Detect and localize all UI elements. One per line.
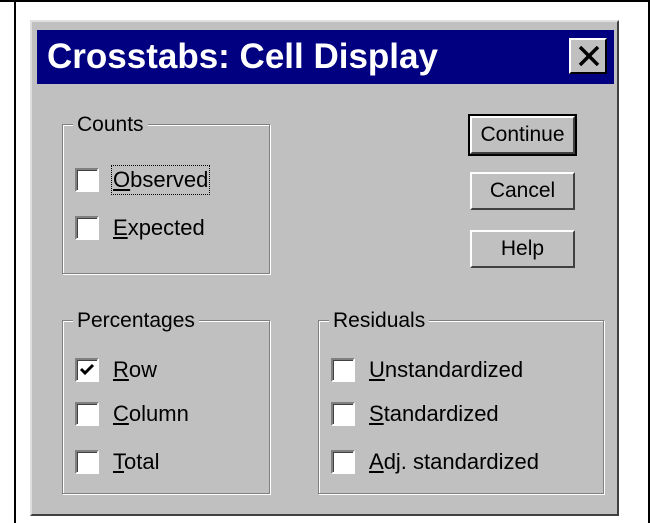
counts-group: Counts Observed Expected (62, 113, 270, 274)
cancel-button[interactable]: Cancel (470, 172, 575, 210)
crosstabs-cell-display-dialog: Crosstabs: Cell Display Counts Observed … (30, 20, 619, 516)
adj-standardized-label: Adj. standardized (369, 449, 540, 474)
percentages-legend: Percentages (73, 309, 199, 333)
unstandardized-checkbox[interactable] (331, 358, 355, 382)
unstandardized-option[interactable]: Unstandardized (331, 355, 523, 385)
close-button[interactable] (569, 38, 607, 74)
column-checkbox[interactable] (75, 402, 99, 426)
column-option[interactable]: Column (75, 399, 189, 429)
adj-standardized-option[interactable]: Adj. standardized (331, 447, 539, 477)
unstandardized-label: Unstandardized (369, 357, 524, 382)
total-option[interactable]: Total (75, 447, 159, 477)
residuals-legend: Residuals (329, 309, 430, 333)
expected-checkbox[interactable] (75, 216, 99, 240)
expected-label: Expected (113, 215, 205, 240)
help-button[interactable]: Help (470, 230, 575, 268)
frame-left (14, 0, 16, 523)
observed-checkbox[interactable] (75, 168, 99, 192)
expected-option[interactable]: Expected (75, 213, 205, 243)
title-bar[interactable]: Crosstabs: Cell Display (37, 30, 614, 84)
row-label: Row (113, 357, 158, 382)
standardized-label: Standardized (369, 401, 499, 426)
observed-option[interactable]: Observed (75, 165, 211, 195)
frame-top (0, 0, 650, 2)
row-option[interactable]: Row (75, 355, 157, 385)
adj-standardized-checkbox[interactable] (331, 450, 355, 474)
standardized-option[interactable]: Standardized (331, 399, 499, 429)
close-icon (578, 46, 600, 66)
continue-button[interactable]: Continue (468, 114, 577, 156)
observed-label: Observed (110, 165, 211, 195)
percentages-group: Percentages Row Column Total (62, 309, 270, 494)
counts-legend: Counts (73, 113, 148, 137)
row-checkbox[interactable] (75, 358, 99, 382)
check-icon (79, 363, 95, 376)
total-checkbox[interactable] (75, 450, 99, 474)
total-label: Total (113, 449, 160, 474)
residuals-group: Residuals Unstandardized Standardized Ad… (318, 309, 604, 494)
column-label: Column (113, 401, 189, 426)
standardized-checkbox[interactable] (331, 402, 355, 426)
dialog-title: Crosstabs: Cell Display (47, 37, 438, 76)
